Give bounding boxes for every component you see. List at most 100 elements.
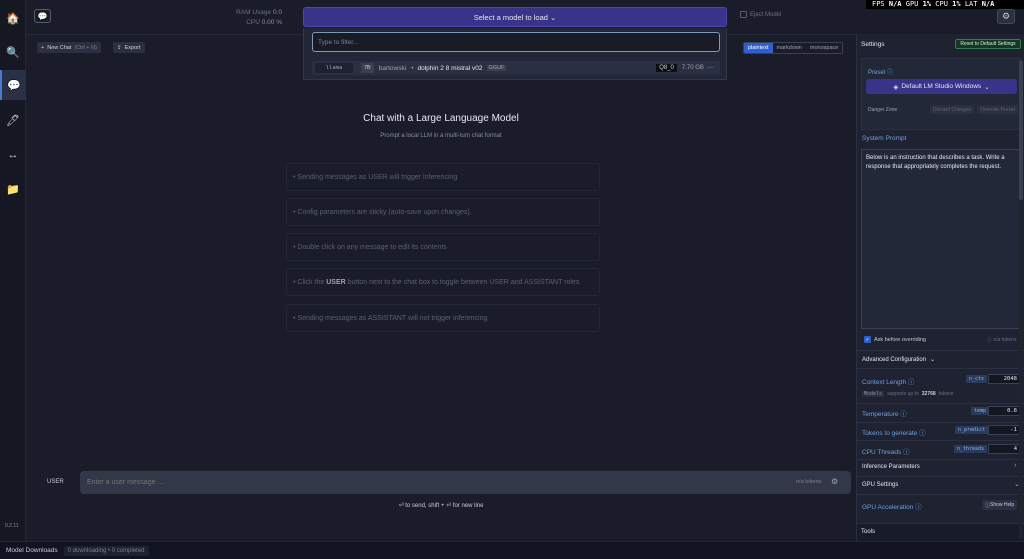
- tip-bold: USER: [326, 278, 346, 286]
- cpu-stat-label: CPU: [935, 0, 948, 8]
- tip-item: • Config parameters are sticky (auto-sav…: [286, 198, 600, 226]
- gpu-acceleration-label: GPU Acceleration ⓘ: [862, 504, 922, 511]
- model-filter-input[interactable]: Type to filter...: [312, 32, 720, 52]
- ask-label: Ask before overriding: [874, 336, 926, 343]
- ctx-note-suffix: tokens: [938, 391, 954, 397]
- format-plaintext[interactable]: plaintext: [744, 43, 773, 53]
- eject-model-button[interactable]: Eject Model: [740, 11, 781, 18]
- panel-scrollbar-thumb[interactable]: [1019, 60, 1023, 200]
- gear-icon[interactable]: ⚙: [997, 9, 1015, 24]
- tokens-key: n_predict: [955, 426, 989, 434]
- eject-label: Eject Model: [750, 11, 782, 18]
- search-icon[interactable]: 🔍: [0, 37, 26, 67]
- inference-params-toggle[interactable]: Inference Parameters: [862, 464, 920, 470]
- check-icon: ✓: [864, 336, 871, 343]
- page-subtitle: Prompt a local LLM in a multi-turn chat …: [380, 133, 502, 139]
- settings-title: Settings: [861, 41, 885, 48]
- select-model-button[interactable]: Select a model to load ⌄: [303, 7, 727, 27]
- preset-icon: ◈: [893, 83, 899, 91]
- preset-select[interactable]: ◈ Default LM Studio Windows ⌄: [866, 79, 1017, 94]
- tokens-to-generate-label: Tokens to generate ⓘ: [862, 430, 926, 437]
- settings-panel: Settings Reset to Default Settings Prese…: [856, 34, 1024, 541]
- show-help-button[interactable]: ⓘ Show Help: [982, 500, 1018, 510]
- tip-item: • Sending messages as USER will trigger …: [286, 163, 600, 191]
- status-bar: Model Downloads 0 downloading • 0 comple…: [0, 541, 1024, 559]
- system-prompt-input[interactable]: Below is an instruction that describes a…: [861, 149, 1021, 329]
- arrows-icon[interactable]: ↔: [0, 140, 26, 170]
- model-params: 7B: [361, 63, 374, 73]
- show-help-label: Show Help: [990, 502, 1015, 508]
- model-author: bartowski: [378, 64, 407, 72]
- divider: [857, 403, 1024, 404]
- context-length-input[interactable]: 2048: [988, 374, 1022, 384]
- preset-section: Preset ⓘ ◈ Default LM Studio Windows ⌄ D…: [861, 58, 1021, 130]
- format-monospace[interactable]: monospace: [806, 43, 842, 53]
- left-rail: 🏠 🔍 💬 🖊 ↔ 📁 0.2.11: [0, 0, 26, 541]
- tip-text: • Config parameters are sticky (auto-sav…: [293, 208, 472, 216]
- model-downloads-button[interactable]: Model Downloads: [6, 547, 58, 554]
- tools-section[interactable]: Tools: [857, 523, 1024, 541]
- folder-icon[interactable]: 📁: [0, 174, 26, 204]
- tip-text: • Sending messages as ASSISTANT will not…: [293, 314, 488, 322]
- tools-label: Tools: [861, 529, 876, 535]
- override-preset-button[interactable]: Override Preset: [977, 105, 1019, 114]
- ctx-note-value: 32768: [921, 391, 936, 397]
- plus-icon: +: [41, 44, 45, 51]
- model-arch: llama: [315, 63, 353, 73]
- chat-bubble-icon[interactable]: 💬: [34, 9, 51, 23]
- tokens-to-generate-input[interactable]: -1: [988, 425, 1022, 435]
- discard-changes-button[interactable]: Discard Changes: [930, 105, 975, 114]
- message-input[interactable]: [80, 471, 851, 494]
- lat-value: N/A: [981, 0, 995, 8]
- model-name: dolphin 2 8 mistral v02: [417, 64, 483, 72]
- system-prompt-label: System Prompt: [862, 135, 907, 142]
- temperature-input[interactable]: 0.8: [988, 406, 1022, 416]
- model-size: 7.70 GB: [681, 65, 704, 71]
- preset-label: Preset ⓘ: [868, 70, 894, 76]
- app-version: 0.2.11: [5, 523, 19, 529]
- divider: [857, 459, 1024, 460]
- context-length-label: Context Length ⓘ: [862, 379, 915, 386]
- tip-item: • Sending messages as ASSISTANT will not…: [286, 304, 600, 332]
- download-status: 0 downloading • 0 completed: [63, 545, 149, 556]
- role-toggle-button[interactable]: USER: [47, 479, 64, 485]
- model-list-item[interactable]: llama 7B bartowski • dolphin 2 8 mistral…: [312, 61, 720, 75]
- lat-label: LAT: [964, 0, 978, 8]
- advanced-config-toggle[interactable]: Advanced Configuration ⌄: [862, 356, 935, 364]
- format-markdown[interactable]: markdown: [773, 43, 806, 53]
- chevron-right-icon[interactable]: ›: [1014, 462, 1016, 469]
- cpu-stat-value: 1%: [952, 0, 961, 8]
- app-window: 🏠 🔍 💬 🖊 ↔ 📁 0.2.11 💬 RAM Usage 0.0 CPU 0…: [0, 0, 1024, 559]
- pencil-icon[interactable]: 🖊: [0, 105, 26, 135]
- gpu-settings-toggle[interactable]: GPU Settings: [862, 482, 898, 488]
- context-note: Models supports up to 32768 tokens: [862, 391, 953, 397]
- home-icon[interactable]: 🏠: [0, 3, 26, 33]
- fps-label: FPS: [872, 0, 885, 8]
- gpu-label: GPU: [905, 0, 919, 8]
- tip-text: • Sending messages as USER will trigger …: [293, 173, 458, 181]
- ram-label: RAM Usage: [236, 9, 272, 16]
- fps-value: N/A: [888, 0, 902, 8]
- resource-usage: RAM Usage 0.0 CPU 0.00 %: [200, 8, 282, 28]
- ask-before-overriding-checkbox[interactable]: ✓ Ask before overriding: [864, 336, 926, 343]
- export-button[interactable]: ⇪ Export: [113, 42, 145, 53]
- new-chat-button[interactable]: + New Chat (Ctrl + N): [37, 42, 101, 53]
- model-rating-icon: ▪▪▪▪: [706, 65, 714, 71]
- reset-settings-button[interactable]: Reset to Default Settings: [955, 39, 1021, 49]
- cpu-threads-input[interactable]: 4: [988, 444, 1022, 454]
- tip-text: button next to the chat box to toggle be…: [347, 278, 580, 286]
- tip-item: • Click the USER button next to the chat…: [286, 268, 600, 296]
- temperature-key: temp: [971, 407, 990, 415]
- prompt-token-count: ⓘ n/a tokens: [987, 337, 1017, 343]
- danger-zone-label: Danger Zone: [868, 107, 898, 113]
- tip-item: • Double click on any message to edit it…: [286, 233, 600, 261]
- model-format: GGUF: [486, 65, 507, 71]
- cpu-label: CPU: [246, 19, 260, 26]
- chat-icon[interactable]: 💬: [0, 70, 26, 100]
- token-settings-icon[interactable]: ⚙: [831, 477, 838, 486]
- divider: [857, 476, 1024, 477]
- context-key: n_ctx: [966, 375, 988, 383]
- new-chat-label: New Chat: [47, 44, 72, 51]
- eject-icon: [740, 11, 747, 18]
- gpu-value: 1%: [922, 0, 932, 8]
